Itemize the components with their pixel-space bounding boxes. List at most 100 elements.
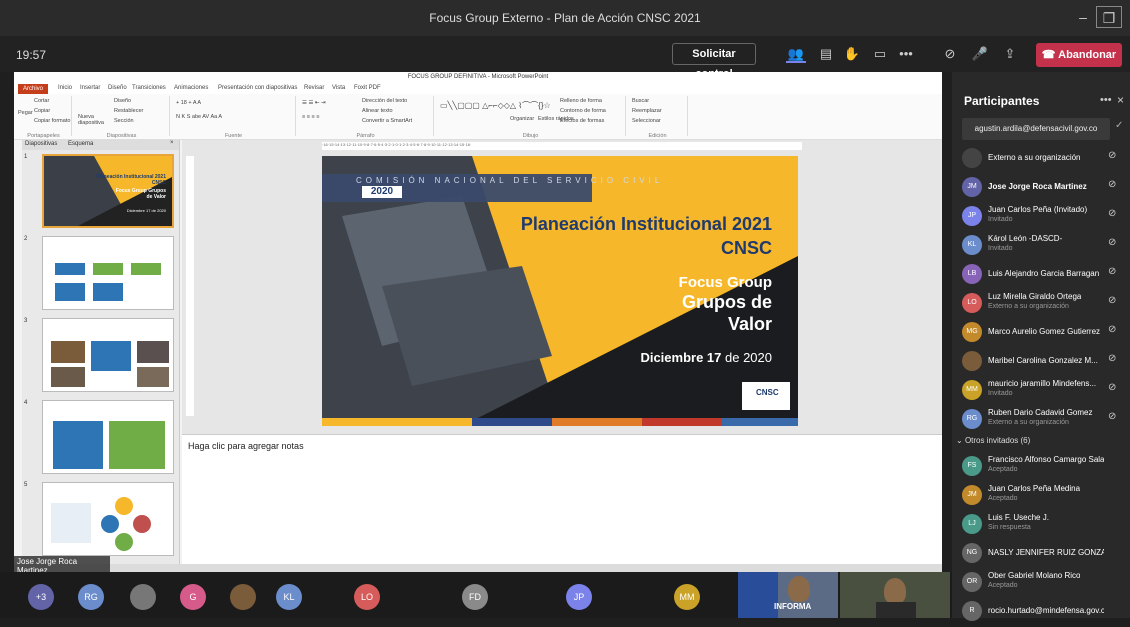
participant-avatar[interactable]: +3 — [28, 584, 54, 610]
invited-row[interactable]: FS Francisco Alfonso Camargo Salas Aceptad… — [960, 452, 1128, 482]
participant-row[interactable]: LO Luz Mirella Giraldo Ortega Externo a su… — [960, 289, 1128, 319]
layout-button[interactable]: Diseño — [114, 98, 131, 104]
slide-number: 1 — [24, 154, 28, 160]
participant-row[interactable]: LB Luis Alejandro Garcia Barragan ⊘ — [960, 260, 1128, 290]
participant-avatar[interactable] — [130, 584, 156, 610]
video-tile-1[interactable]: INFORMA — [738, 572, 838, 618]
paste-button[interactable]: Pegar — [18, 110, 33, 116]
shape-fill-button[interactable]: Relleno de forma — [560, 98, 602, 104]
participant-row[interactable]: MM mauricio jaramillo Mindefens... Invitad… — [960, 376, 1128, 406]
menu-archivo[interactable]: Archivo — [18, 84, 49, 94]
mic-muted-icon[interactable]: ⊘ — [1108, 353, 1116, 364]
mic-muted-icon[interactable]: ⊘ — [1108, 382, 1116, 393]
participant-row[interactable]: Externo a su organización ⊘ — [960, 144, 1128, 174]
new-slide-button[interactable]: Nueva diapositiva — [78, 114, 108, 126]
menu-insertar[interactable]: Insertar — [80, 85, 100, 91]
minimize-icon[interactable]: – — [1070, 6, 1096, 28]
participant-row[interactable]: MG Marco Aurelio Gomez Gutierrez ⊘ — [960, 318, 1128, 348]
participant-avatar[interactable]: RG — [78, 584, 104, 610]
invited-row[interactable]: JM Juan Carlos Peña Medina Aceptado — [960, 481, 1128, 511]
menu-revisar[interactable]: Revisar — [304, 85, 324, 91]
close-icon[interactable]: × — [1117, 93, 1124, 107]
participant-row[interactable]: JM Jose Jorge Roca Martinez ⊘ — [960, 173, 1128, 203]
share-icon[interactable]: ⇪ — [1000, 45, 1020, 63]
participant-avatar[interactable]: FD — [462, 584, 488, 610]
shapes-gallery[interactable]: ▭╲╲▢▢▢ △⌐⌐◇◇△ ⌇⌒⌒{}☆ — [440, 100, 551, 111]
mic-muted-icon[interactable]: ⊘ — [1108, 150, 1116, 161]
mic-muted-icon[interactable]: ⊘ — [1108, 411, 1116, 422]
participant-avatar[interactable]: MM — [674, 584, 700, 610]
reset-button[interactable]: Restablecer — [114, 108, 143, 114]
menu-transiciones[interactable]: Transiciones — [132, 85, 166, 91]
slide-thumbnail-5[interactable] — [42, 482, 174, 556]
tab-diapositivas[interactable]: Diapositivas — [25, 141, 57, 147]
invited-row[interactable]: Rrocio.hurtado@mindefensa.gov.co — [960, 597, 1128, 627]
participants-icon[interactable]: 👥 — [786, 45, 806, 63]
smartart-button[interactable]: Convertir a SmartArt — [362, 118, 412, 124]
check-icon[interactable]: ✓ — [1115, 120, 1123, 131]
raise-hand-icon[interactable]: ✋ — [842, 45, 862, 63]
participant-avatar[interactable]: G — [180, 584, 206, 610]
participant-avatar[interactable]: JP — [566, 584, 592, 610]
request-control-button[interactable]: Solicitar control — [672, 43, 756, 80]
menu-animaciones[interactable]: Animaciones — [174, 85, 208, 91]
group-diapositivas: Nueva diapositiva Diseño Restablecer Sec… — [74, 96, 170, 139]
shape-effects-button[interactable]: Efectos de formas — [560, 118, 604, 124]
select-button[interactable]: Seleccionar — [632, 118, 661, 124]
video-tile-2[interactable] — [840, 572, 950, 618]
cut-button[interactable]: Cortar — [34, 98, 49, 104]
participant-row[interactable]: Maribel Carolina Gonzalez M... ⊘ — [960, 347, 1128, 377]
menu-diseno[interactable]: Diseño — [108, 85, 127, 91]
invited-row[interactable]: LJ Luis F. Useche J. Sin respuesta — [960, 510, 1128, 540]
font-size-box[interactable]: + 18 + A A — [176, 100, 201, 106]
format-painter-button[interactable]: Copiar formato — [34, 118, 70, 124]
others-invited-header[interactable]: ⌄ Otros invitados (6) — [956, 436, 1030, 445]
replace-button[interactable]: Reemplazar — [632, 108, 662, 114]
font-format-icons[interactable]: N K S abe AV Aa A — [176, 114, 222, 120]
shape-outline-button[interactable]: Contorno de forma — [560, 108, 606, 114]
invited-row[interactable]: NG NASLY JENNIFER RUIZ GONZALEZ — [960, 539, 1128, 569]
participant-row[interactable]: RG Ruben Dario Cadavid Gomez Externo a su … — [960, 405, 1128, 435]
slide-thumbnail-1[interactable]: Planeación Institucional 2021 CNSC Focus… — [42, 154, 174, 228]
invited-row[interactable]: OR Ober Gabriel Molano Rico Aceptado — [960, 568, 1128, 598]
more-options-icon[interactable]: ••• — [1100, 94, 1112, 106]
camera-off-icon[interactable]: ⊘ — [940, 45, 960, 63]
tab-esquema[interactable]: Esquema — [68, 141, 93, 147]
copy-button[interactable]: Copiar — [34, 108, 50, 114]
participant-avatar[interactable] — [230, 584, 256, 610]
mic-muted-icon[interactable]: ⊘ — [1108, 266, 1116, 277]
notes-pane[interactable]: Haga clic para agregar notas — [182, 434, 942, 564]
rooms-icon[interactable]: ▭ — [870, 45, 890, 63]
align-text-button[interactable]: Alinear texto — [362, 108, 393, 114]
list-icons[interactable]: ☰ ☰ ⇤ ⇥ — [302, 100, 326, 106]
close-panel-icon[interactable]: × — [170, 140, 174, 146]
invite-input[interactable]: agustin.ardila@defensacivil.gov.co — [962, 118, 1110, 140]
align-icons[interactable]: ≡ ≡ ≡ ≡ — [302, 114, 319, 120]
participant-avatar[interactable]: LO — [354, 584, 380, 610]
menu-presentacion[interactable]: Presentación con diapositivas — [218, 85, 297, 91]
slide-thumbnail-2[interactable] — [42, 236, 174, 310]
mic-muted-icon[interactable]: ⊘ — [1108, 179, 1116, 190]
leave-button[interactable]: ☎ Abandonar — [1036, 43, 1122, 67]
mic-muted-icon[interactable]: ⊘ — [1108, 237, 1116, 248]
section-button[interactable]: Sección — [114, 118, 134, 124]
menu-inicio[interactable]: Inicio — [58, 85, 72, 91]
participant-row[interactable]: KL Károl León -DASCD- Invitado ⊘ — [960, 231, 1128, 261]
text-direction-button[interactable]: Dirección del texto — [362, 98, 407, 104]
mic-off-icon[interactable]: 🎤 — [970, 45, 990, 63]
menu-foxit[interactable]: Foxit PDF — [354, 85, 381, 91]
find-button[interactable]: Buscar — [632, 98, 649, 104]
main-slide[interactable]: COMISIÓN NACIONAL DEL SERVICIO CIVIL 202… — [322, 156, 798, 426]
mic-muted-icon[interactable]: ⊘ — [1108, 324, 1116, 335]
participant-row[interactable]: JP Juan Carlos Peña (Invitado) Invitado ⊘ — [960, 202, 1128, 232]
arrange-button[interactable]: Organizar — [510, 116, 534, 122]
mic-muted-icon[interactable]: ⊘ — [1108, 208, 1116, 219]
participant-avatar[interactable]: KL — [276, 584, 302, 610]
maximize-icon[interactable]: ❐ — [1096, 6, 1122, 28]
more-actions-icon[interactable]: ••• — [896, 45, 916, 63]
mic-muted-icon[interactable]: ⊘ — [1108, 295, 1116, 306]
chat-icon[interactable]: ▤ — [816, 45, 836, 63]
menu-vista[interactable]: Vista — [332, 85, 345, 91]
slide-thumbnail-4[interactable] — [42, 400, 174, 474]
slide-thumbnail-3[interactable] — [42, 318, 174, 392]
